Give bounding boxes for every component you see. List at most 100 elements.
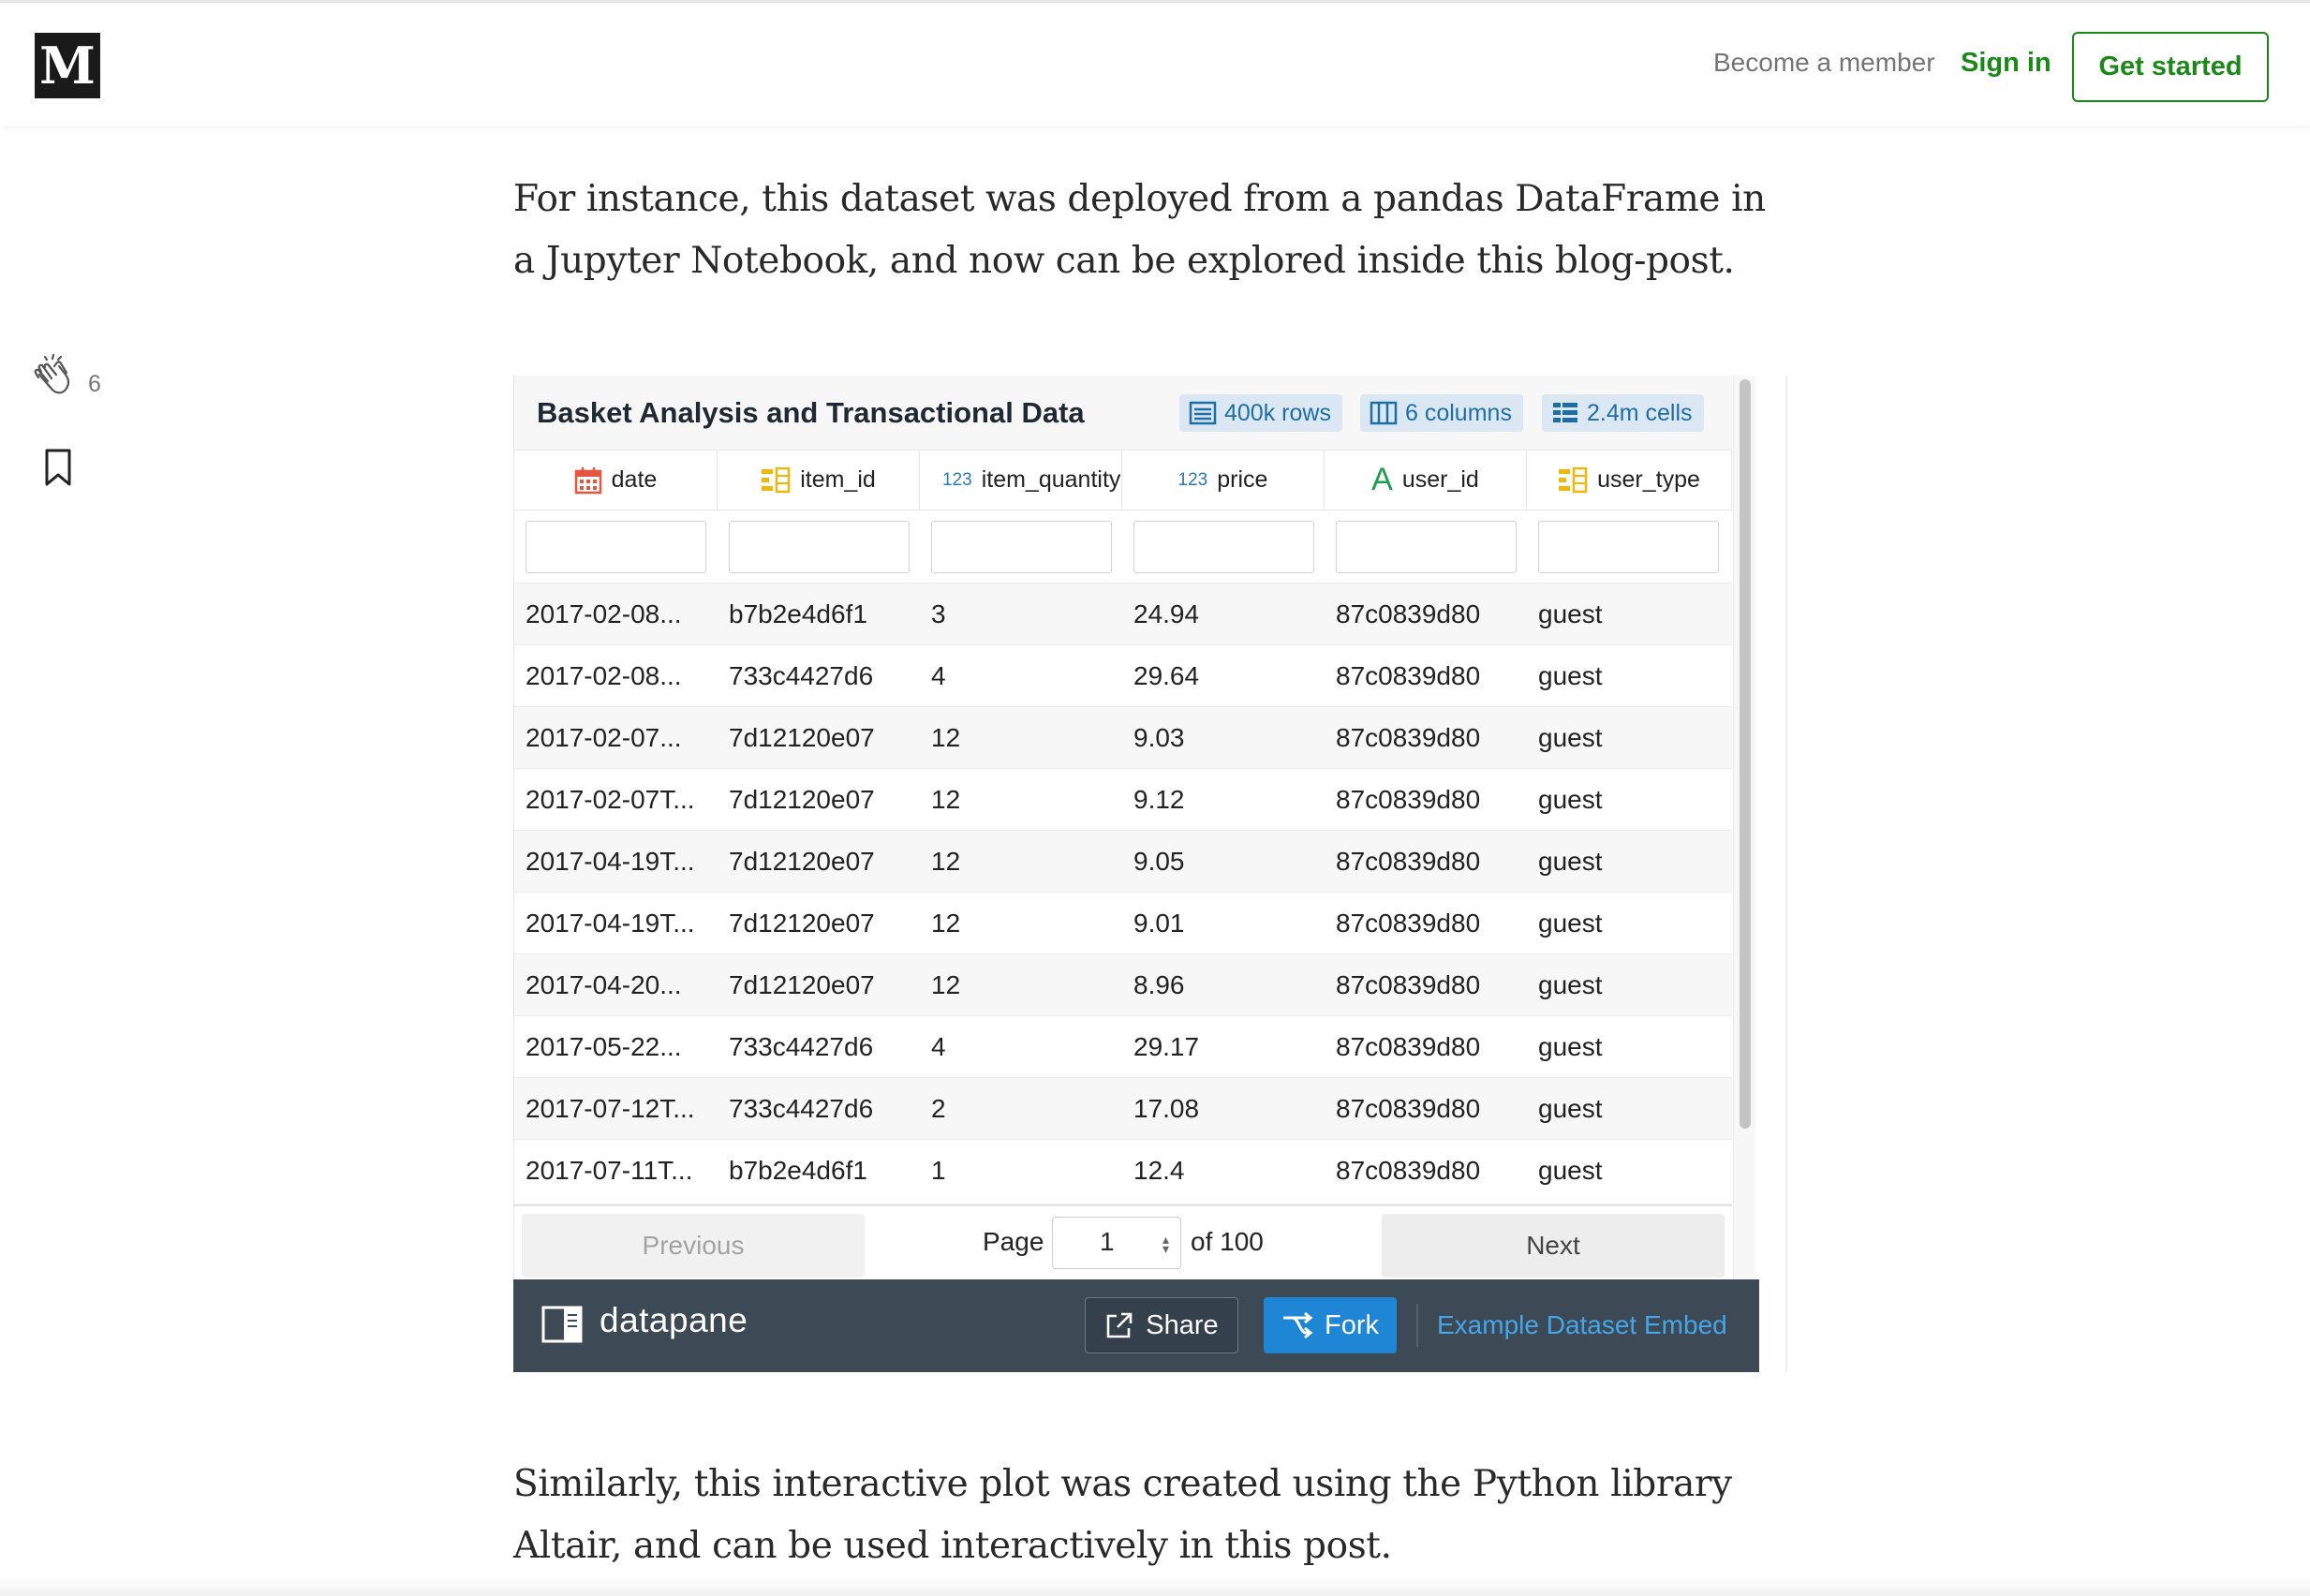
share-label: Share	[1146, 1309, 1219, 1340]
cell-user-type: guest	[1538, 599, 1603, 628]
filter-input-date[interactable]	[526, 521, 706, 573]
cell-item-quantity: 3	[931, 599, 946, 628]
column-header-label: item_quantity	[981, 466, 1121, 493]
cell-user-id: 87c0839d80	[1336, 599, 1481, 628]
cells-badge-label: 2.4m cells	[1587, 399, 1693, 426]
cell-user-type: guest	[1538, 723, 1603, 752]
cell-user-id: 87c0839d80	[1336, 847, 1481, 876]
cell-user-id: 87c0839d80	[1336, 785, 1481, 814]
page-label: Page	[983, 1227, 1044, 1256]
table-row[interactable]: 2017-04-19T... 7d12120e07 12 9.05 87c083…	[514, 831, 1732, 893]
get-started-button[interactable]: Get started	[2072, 32, 2269, 102]
column-header-item-quantity[interactable]: 123 item_quantity	[920, 451, 1122, 510]
cell-user-type: guest	[1538, 847, 1603, 876]
page-number-input[interactable]: 1 ▴ ▾	[1052, 1217, 1181, 1269]
cell-item-quantity: 2	[931, 1094, 946, 1123]
cell-user-id: 87c0839d80	[1336, 970, 1481, 999]
become-member-link[interactable]: Become a member	[1713, 48, 1935, 78]
filter-input-item-id[interactable]	[729, 521, 910, 573]
cell-item-id: b7b2e4d6f1	[729, 599, 867, 628]
cell-item-id: 7d12120e07	[729, 785, 875, 814]
table-row[interactable]: 2017-04-19T... 7d12120e07 12 9.01 87c083…	[514, 893, 1732, 954]
table-header-bar: Basket Analysis and Transactional Data 4…	[514, 376, 1732, 451]
cell-item-id: 7d12120e07	[729, 847, 875, 876]
embed-border	[1785, 376, 1787, 1372]
cell-date: 2017-05-22...	[526, 1032, 682, 1061]
table-row[interactable]: 2017-02-07... 7d12120e07 12 9.03 87c0839…	[514, 707, 1732, 769]
clap-count: 6	[88, 371, 101, 397]
rows-icon	[1189, 401, 1217, 425]
filter-input-price[interactable]	[1133, 521, 1314, 573]
column-header-label: user_type	[1597, 466, 1700, 493]
cell-date: 2017-02-07...	[526, 723, 682, 752]
spinner-icon[interactable]: ▴ ▾	[1162, 1233, 1169, 1255]
datapane-embed: Basket Analysis and Transactional Data 4…	[513, 376, 1787, 1372]
cell-item-quantity: 12	[931, 785, 961, 814]
dataset-title: Basket Analysis and Transactional Data	[537, 396, 1085, 429]
column-header-user-id[interactable]: A user_id	[1325, 451, 1527, 510]
filter-input-user-type[interactable]	[1538, 521, 1719, 573]
cell-user-id: 87c0839d80	[1336, 909, 1481, 938]
calendar-icon	[574, 466, 601, 494]
bookmark-icon[interactable]	[43, 448, 73, 487]
cell-price: 29.17	[1133, 1032, 1200, 1061]
table-scrollbar[interactable]	[1733, 376, 1755, 1279]
column-header-item-id[interactable]: item_id	[718, 451, 920, 510]
clap-icon[interactable]	[28, 354, 77, 403]
columns-badge: 6 columns	[1360, 394, 1523, 432]
table-row[interactable]: 2017-02-07T... 7d12120e07 12 9.12 87c083…	[514, 769, 1732, 831]
column-header-price[interactable]: 123 price	[1122, 451, 1325, 510]
cell-item-quantity: 12	[931, 847, 961, 876]
cell-item-quantity: 4	[931, 1032, 946, 1061]
column-header-label: user_id	[1401, 466, 1479, 493]
table-row[interactable]: 2017-05-22... 733c4427d6 4 29.17 87c0839…	[514, 1016, 1732, 1078]
filter-input-user-id[interactable]	[1336, 521, 1517, 573]
rows-badge: 400k rows	[1179, 394, 1342, 432]
table-row[interactable]: 2017-07-12T... 733c4427d6 2 17.08 87c083…	[514, 1078, 1732, 1140]
cell-user-type: guest	[1538, 785, 1603, 814]
fork-button[interactable]: Fork	[1264, 1297, 1397, 1353]
cell-item-quantity: 1	[931, 1156, 946, 1185]
example-dataset-link[interactable]: Example Dataset Embed	[1437, 1310, 1727, 1340]
medium-logo[interactable]: M	[35, 33, 100, 98]
article-paragraph: Similarly, this interactive plot was cre…	[513, 1463, 1732, 1567]
footer-divider	[1416, 1304, 1418, 1347]
cell-date: 2017-04-20...	[526, 970, 682, 999]
cell-user-id: 87c0839d80	[1336, 723, 1481, 752]
column-header-user-type[interactable]: user_type	[1527, 451, 1732, 510]
text-icon: A	[1371, 462, 1393, 497]
cell-price: 9.01	[1133, 909, 1185, 938]
column-header-label: date	[611, 466, 658, 493]
categorical-icon	[762, 466, 791, 493]
cell-price: 9.05	[1133, 847, 1185, 876]
cell-price: 9.12	[1133, 785, 1185, 814]
cell-item-quantity: 4	[931, 661, 946, 690]
previous-page-button[interactable]: Previous	[522, 1214, 865, 1278]
share-button[interactable]: Share	[1085, 1297, 1238, 1353]
cell-item-id: 733c4427d6	[729, 661, 874, 690]
cell-price: 17.08	[1133, 1094, 1200, 1123]
pagination: Previous Page 1 ▴ ▾ of 100 Next	[514, 1204, 1732, 1279]
filter-input-item-quantity[interactable]	[931, 521, 1112, 573]
table-row[interactable]: 2017-07-11T... b7b2e4d6f1 1 12.4 87c0839…	[514, 1140, 1732, 1204]
cell-date: 2017-04-19T...	[526, 847, 695, 876]
datapane-brand[interactable]: datapane	[600, 1301, 748, 1340]
cell-user-id: 87c0839d80	[1336, 661, 1481, 690]
sign-in-link[interactable]: Sign in	[1961, 48, 2051, 79]
filter-row	[514, 510, 1732, 584]
article-paragraph: For instance, this dataset was deployed …	[513, 178, 1766, 282]
columns-badge-label: 6 columns	[1405, 399, 1512, 426]
cell-user-type: guest	[1538, 1094, 1603, 1123]
cell-user-id: 87c0839d80	[1336, 1032, 1481, 1061]
table-row[interactable]: 2017-02-08... 733c4427d6 4 29.64 87c0839…	[514, 645, 1732, 707]
datapane-logo-icon	[541, 1306, 583, 1343]
table-row[interactable]: 2017-04-20... 7d12120e07 12 8.96 87c0839…	[514, 954, 1732, 1016]
next-page-button[interactable]: Next	[1382, 1214, 1725, 1278]
cell-date: 2017-07-12T...	[526, 1094, 695, 1123]
cell-item-id: 733c4427d6	[729, 1032, 874, 1061]
rows-badge-label: 400k rows	[1224, 399, 1331, 426]
table-row[interactable]: 2017-02-08... b7b2e4d6f1 3 24.94 87c0839…	[514, 584, 1732, 645]
column-header-date[interactable]: date	[514, 451, 718, 510]
scrollbar-thumb[interactable]	[1740, 379, 1751, 1129]
cell-item-id: 7d12120e07	[729, 970, 875, 999]
